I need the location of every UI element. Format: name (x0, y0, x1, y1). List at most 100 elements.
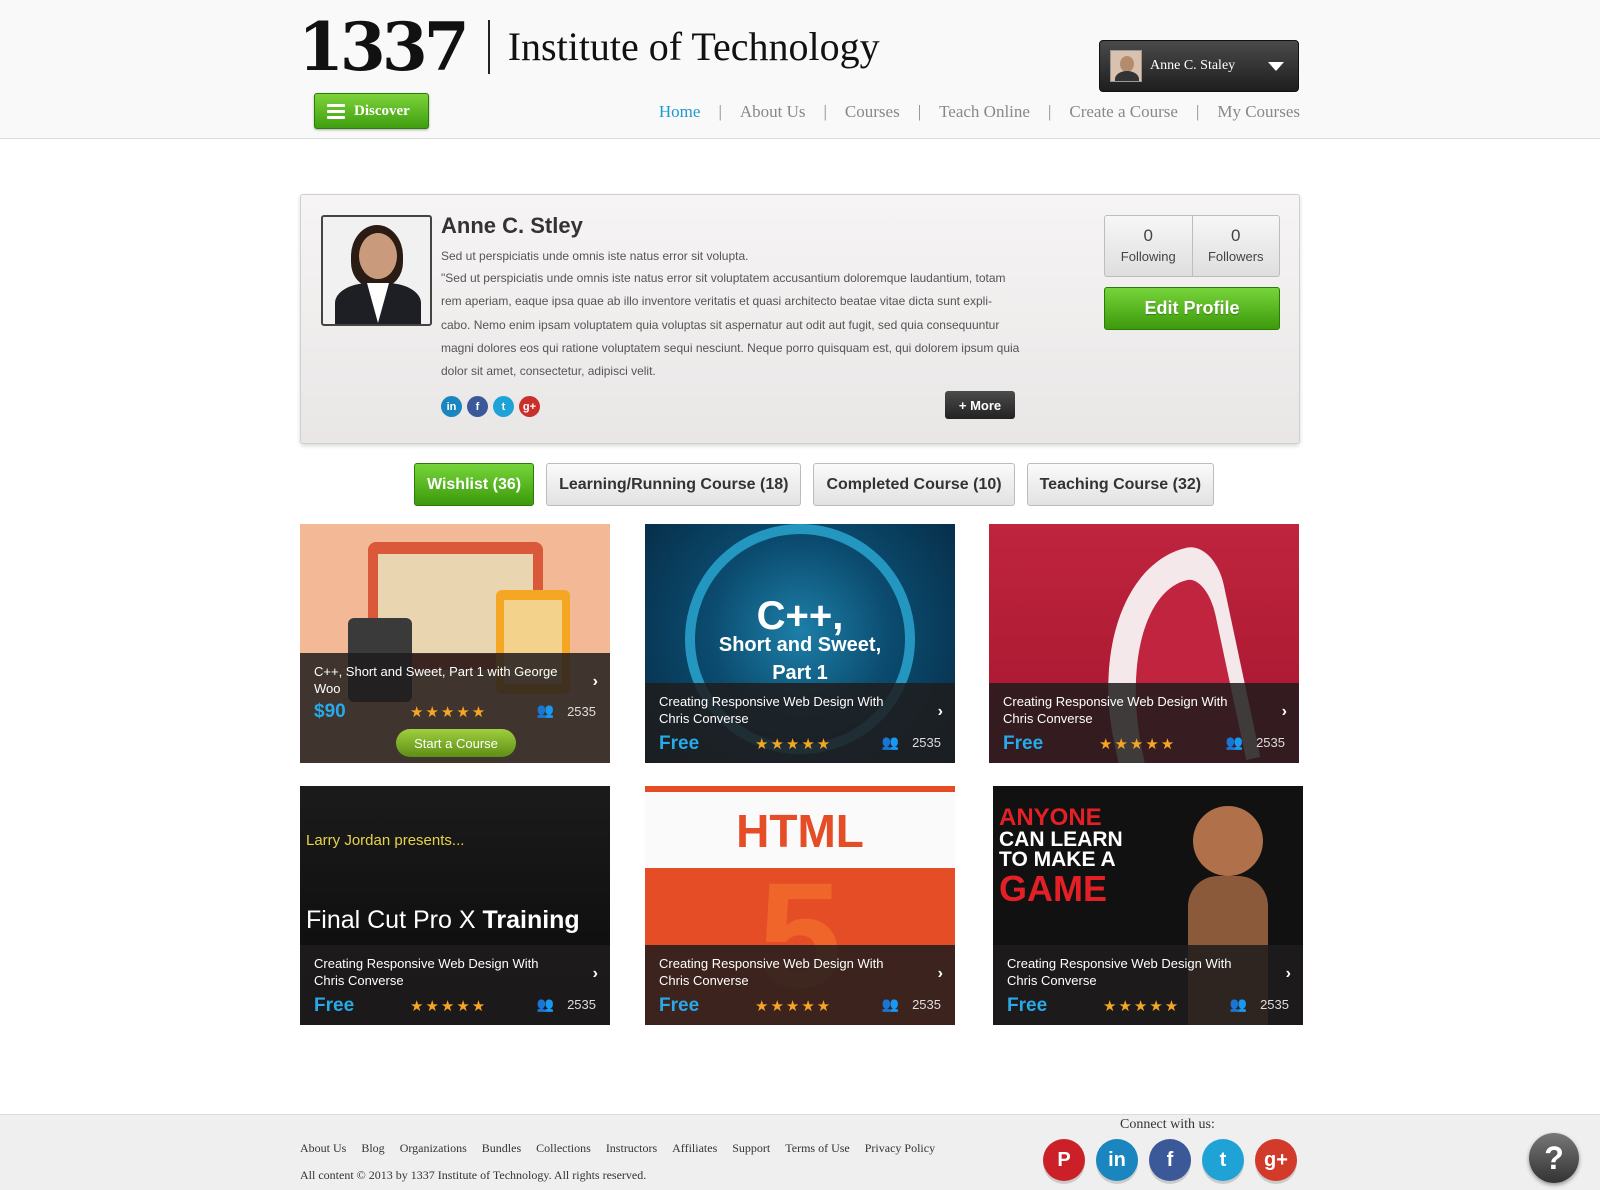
rating-stars: ★★★★★ (755, 736, 833, 753)
enrolled-count: 2535 (912, 735, 941, 750)
nav-courses[interactable]: Courses (845, 102, 900, 122)
course-info: Creating Responsive Web Design With Chri… (645, 683, 955, 763)
enrolled-count: 2535 (912, 997, 941, 1012)
footer-link-about[interactable]: About Us (300, 1141, 346, 1156)
edit-profile-button[interactable]: Edit Profile (1104, 287, 1280, 330)
discover-button[interactable]: Discover (314, 93, 429, 129)
course-price: Free (659, 995, 700, 1016)
thumbnail-text: C++, (756, 594, 844, 638)
enrolled-count: 2535 (567, 997, 596, 1012)
googleplus-icon[interactable]: g+ (519, 396, 540, 417)
nav-home[interactable]: Home (659, 102, 701, 122)
nav-separator: | (1195, 102, 1200, 121)
nav-about-us[interactable]: About Us (740, 102, 806, 122)
footer-link-bundles[interactable]: Bundles (482, 1141, 521, 1156)
nav-teach-online[interactable]: Teach Online (939, 102, 1030, 122)
course-card[interactable]: Larry Jordan presents... Final Cut Pro X… (300, 786, 610, 1025)
footer-social-links: P in f t g+ (1043, 1139, 1308, 1181)
pinterest-icon[interactable]: P (1043, 1139, 1085, 1181)
course-title: Creating Responsive Web Design With Chri… (659, 694, 884, 726)
facebook-icon[interactable]: f (1149, 1139, 1191, 1181)
help-icon[interactable]: ? (1529, 1133, 1579, 1183)
main-nav: Home | About Us | Courses | Teach Online… (659, 102, 1300, 122)
following-count: 0 (1143, 226, 1153, 245)
footer-link-blog[interactable]: Blog (361, 1141, 384, 1156)
chevron-right-icon[interactable]: › (1282, 703, 1287, 721)
site-footer: About Us Blog Organizations Bundles Coll… (0, 1114, 1600, 1190)
footer-link-support[interactable]: Support (732, 1141, 770, 1156)
googleplus-icon[interactable]: g+ (1255, 1139, 1297, 1181)
thumbnail-text: Short and Sweet, (718, 634, 882, 656)
chevron-down-icon (1268, 61, 1284, 71)
discover-label: Discover (354, 102, 410, 119)
tab-learning[interactable]: Learning/Running Course (18) (546, 463, 802, 506)
copyright: All content © 2013 by 1337 Institute of … (300, 1168, 647, 1182)
course-card[interactable]: ANYONE CAN LEARN TO MAKE A GAME Creating… (993, 786, 1303, 1025)
site-logo[interactable]: 1337 Institute of Technology (298, 14, 880, 80)
course-price: $90 (314, 701, 346, 722)
following-stat[interactable]: 0 Following (1105, 216, 1192, 276)
chevron-right-icon[interactable]: › (593, 965, 598, 983)
course-price: Free (1007, 995, 1048, 1016)
course-card[interactable]: Creating Responsive Web Design With Chri… (989, 524, 1299, 763)
thumbnail-text: Larry Jordan presents... (306, 832, 465, 849)
course-card[interactable]: C++, Short and Sweet, Part 1 Creating Re… (645, 524, 955, 763)
tab-wishlist[interactable]: Wishlist (36) (414, 463, 535, 506)
nav-separator: | (718, 102, 722, 121)
course-info: Creating Responsive Web Design With Chri… (993, 945, 1303, 1025)
more-button[interactable]: + More (945, 391, 1015, 419)
course-card[interactable]: C++, Short and Sweet, Part 1 with George… (300, 524, 610, 763)
followers-label: Followers (1207, 249, 1264, 264)
profile-photo (321, 215, 432, 326)
logo-name: Institute of Technology (507, 24, 880, 69)
course-title: Creating Responsive Web Design With Chri… (659, 956, 884, 988)
course-price: Free (314, 995, 355, 1016)
rating-stars: ★★★★★ (1099, 736, 1177, 753)
tab-teaching[interactable]: Teaching Course (32) (1026, 463, 1215, 506)
footer-link-instructors[interactable]: Instructors (606, 1141, 657, 1156)
enrolled-count: 2535 (1256, 735, 1285, 750)
user-name: Anne C. Staley (1150, 58, 1236, 73)
rating-stars: ★★★★★ (1103, 998, 1181, 1015)
profile-social-links: in f t g+ (441, 396, 545, 417)
site-header: 1337 Institute of Technology Discover An… (0, 0, 1600, 139)
start-course-button[interactable]: Start a Course (396, 729, 516, 757)
tab-completed[interactable]: Completed Course (10) (813, 463, 1015, 506)
follow-stats: 0 Following 0 Followers (1104, 215, 1280, 277)
logo-number: 1337 (298, 8, 470, 86)
footer-link-terms[interactable]: Terms of Use (785, 1141, 849, 1156)
chevron-right-icon[interactable]: › (593, 673, 598, 691)
users-icon: 👥 (1229, 996, 1247, 1012)
nav-separator: | (1047, 102, 1052, 121)
footer-link-collections[interactable]: Collections (536, 1141, 591, 1156)
chevron-right-icon[interactable]: › (938, 703, 943, 721)
users-icon: 👥 (881, 734, 899, 750)
course-info: Creating Responsive Web Design With Chri… (645, 945, 955, 1025)
footer-link-privacy[interactable]: Privacy Policy (865, 1141, 935, 1156)
facebook-icon[interactable]: f (467, 396, 488, 417)
nav-create-course[interactable]: Create a Course (1069, 102, 1178, 122)
course-card[interactable]: HTML 5 Creating Responsive Web Design Wi… (645, 786, 955, 1025)
nav-separator: | (823, 102, 827, 121)
course-price: Free (1003, 733, 1044, 754)
chevron-right-icon[interactable]: › (1286, 965, 1291, 983)
enrolled-count: 2535 (1260, 997, 1289, 1012)
nav-my-courses[interactable]: My Courses (1217, 102, 1300, 122)
following-label: Following (1120, 249, 1176, 264)
linkedin-icon[interactable]: in (441, 396, 462, 417)
connect-label: Connect with us: (1120, 1117, 1215, 1132)
footer-link-affiliates[interactable]: Affiliates (672, 1141, 717, 1156)
footer-links: About Us Blog Organizations Bundles Coll… (300, 1141, 950, 1156)
rating-stars: ★★★★★ (755, 998, 833, 1015)
linkedin-icon[interactable]: in (1096, 1139, 1138, 1181)
users-icon: 👥 (1225, 734, 1243, 750)
chevron-right-icon[interactable]: › (938, 965, 943, 983)
footer-link-organizations[interactable]: Organizations (400, 1141, 467, 1156)
twitter-icon[interactable]: t (493, 396, 514, 417)
followers-stat[interactable]: 0 Followers (1191, 216, 1280, 276)
user-menu-dropdown[interactable]: Anne C. Staley (1099, 40, 1299, 92)
thumbnail-text: HTML (736, 805, 864, 857)
twitter-icon[interactable]: t (1202, 1139, 1244, 1181)
users-icon: 👥 (536, 702, 554, 718)
course-info: C++, Short and Sweet, Part 1 with George… (300, 653, 610, 763)
